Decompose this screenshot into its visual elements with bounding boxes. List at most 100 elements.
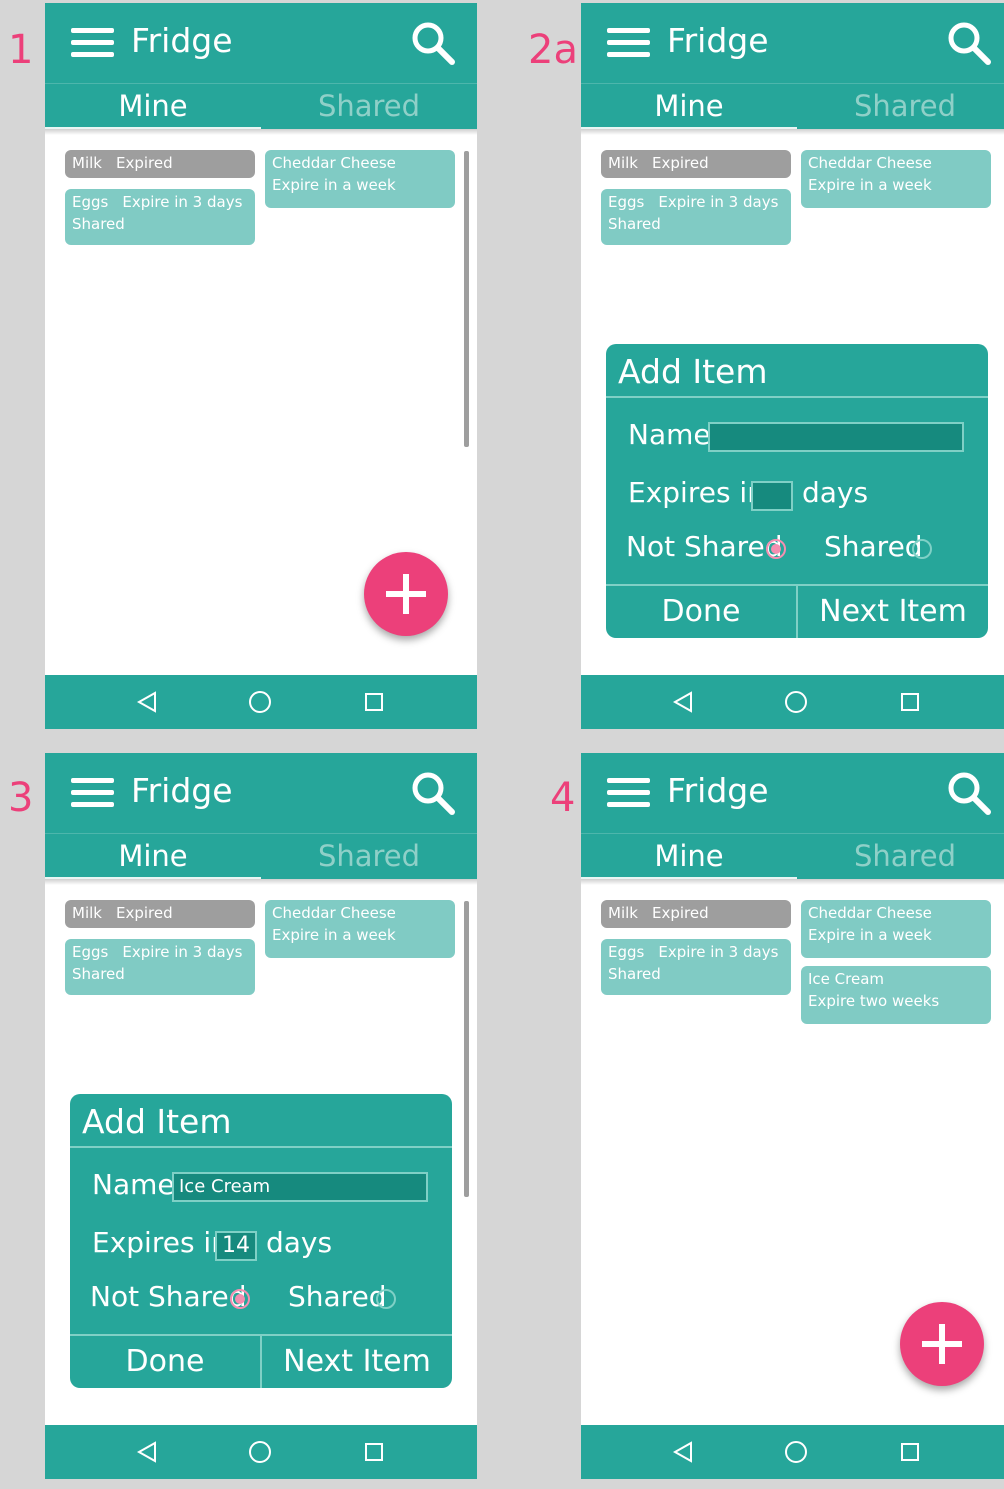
tab-shared[interactable]: Shared [797,834,1004,880]
item-card-icecream[interactable]: Ice Cream Expire two weeks [801,966,991,1024]
add-item-button[interactable] [364,552,448,636]
days-label: days [802,476,869,509]
add-icon [922,1324,962,1364]
item-card-milk[interactable]: Milk Expired [65,900,255,928]
screen-4: Fridge Mine Shared Milk Expired Eggs Expir… [581,753,1004,1479]
divider [45,879,477,885]
item-card-cheddar[interactable]: Cheddar Cheese Expire in a week [801,150,991,208]
back-icon[interactable] [671,690,695,714]
item-name: Eggs [72,943,109,961]
search-icon[interactable] [945,769,993,817]
menu-icon[interactable] [71,28,114,58]
tab-shared[interactable]: Shared [261,84,477,130]
app-title: Fridge [131,21,233,60]
tab-bar: Mine Shared [45,833,477,880]
menu-icon[interactable] [71,778,114,808]
item-card-milk[interactable]: Milk Expired [601,150,791,178]
back-icon[interactable] [135,1440,159,1464]
screen-2a: Fridge Mine Shared Milk Expired Eggs Expir… [581,3,1004,729]
tab-mine[interactable]: Mine [45,834,261,880]
item-name: Cheddar Cheese [808,154,932,172]
days-input[interactable]: 14 [215,1231,257,1261]
item-name: Cheddar Cheese [272,904,396,922]
item-card-eggs[interactable]: Eggs Expire in 3 days Shared [601,939,791,995]
next-item-button[interactable]: Next Item [798,586,988,638]
item-name: Eggs [72,193,109,211]
tab-shared[interactable]: Shared [797,84,1004,130]
add-item-button[interactable] [900,1302,984,1386]
recents-icon[interactable] [365,693,383,711]
item-status: Expire in 3 days [122,193,243,211]
next-item-button[interactable]: Next Item [262,1336,452,1388]
scrollbar[interactable] [464,151,469,447]
item-name: Milk [72,154,102,172]
step-label-2a: 2a [528,27,578,73]
menu-icon[interactable] [607,778,650,808]
tab-shared[interactable]: Shared [261,834,477,880]
search-icon[interactable] [409,769,457,817]
back-icon[interactable] [671,1440,695,1464]
home-icon[interactable] [785,1441,807,1463]
item-status: Expire in a week [808,926,932,944]
search-icon[interactable] [945,19,993,67]
home-icon[interactable] [249,1441,271,1463]
step-label-1: 1 [8,27,34,73]
item-card-eggs[interactable]: Eggs Expire in 3 days Shared [601,189,791,245]
recents-icon[interactable] [901,1443,919,1461]
app-bar: Fridge [581,753,1004,833]
shared-radio[interactable] [912,539,932,559]
item-status: Expire in 3 days [658,193,779,211]
item-card-cheddar[interactable]: Cheddar Cheese Expire in a week [801,900,991,958]
add-item-dialog: Add Item Name Ice Cream Expires in 14 da… [70,1094,452,1388]
name-input[interactable]: Ice Cream [172,1172,428,1202]
not-shared-label: Not Shared [90,1280,247,1313]
item-card-milk[interactable]: Milk Expired [601,900,791,928]
expires-label: Expires in [92,1226,229,1259]
item-note: Shared [72,965,125,983]
recents-icon[interactable] [901,693,919,711]
menu-icon[interactable] [607,28,650,58]
done-button[interactable]: Done [606,586,796,638]
screen-3: Fridge Mine Shared Milk Expired Eggs Expir… [45,753,477,1479]
item-card-cheddar[interactable]: Cheddar Cheese Expire in a week [265,150,455,208]
scrollbar[interactable] [464,901,469,1197]
item-card-eggs[interactable]: Eggs Expire in 3 days Shared [65,939,255,995]
item-status: Expired [651,904,709,922]
item-card-eggs[interactable]: Eggs Expire in 3 days Shared [65,189,255,245]
item-name: Eggs [608,943,645,961]
tab-mine[interactable]: Mine [45,84,261,130]
done-button[interactable]: Done [70,1336,260,1388]
item-name: Cheddar Cheese [272,154,396,172]
shared-radio[interactable] [376,1289,396,1309]
item-note: Shared [608,965,661,983]
not-shared-label: Not Shared [626,530,783,563]
tab-mine[interactable]: Mine [581,834,797,880]
recents-icon[interactable] [365,1443,383,1461]
item-card-milk[interactable]: Milk Expired [65,150,255,178]
app-bar: Fridge [45,3,477,83]
expires-label: Expires in [628,476,765,509]
item-card-cheddar[interactable]: Cheddar Cheese Expire in a week [265,900,455,958]
not-shared-radio[interactable] [230,1289,250,1309]
shared-label: Shared [824,530,923,563]
dialog-title: Add Item [618,352,768,391]
search-icon[interactable] [409,19,457,67]
system-nav-bar [45,675,477,729]
home-icon[interactable] [785,691,807,713]
shared-label: Shared [288,1280,387,1313]
item-status: Expire in 3 days [122,943,243,961]
item-status: Expired [115,904,173,922]
back-icon[interactable] [135,690,159,714]
item-name: Milk [608,904,638,922]
add-icon [386,574,426,614]
item-name: Ice Cream [808,970,885,988]
name-input[interactable] [708,422,964,452]
not-shared-radio[interactable] [766,539,786,559]
tab-mine[interactable]: Mine [581,84,797,130]
item-status: Expired [115,154,173,172]
days-input[interactable] [751,481,793,511]
item-status: Expire in 3 days [658,943,779,961]
divider [581,129,1004,135]
divider [70,1146,452,1148]
home-icon[interactable] [249,691,271,713]
